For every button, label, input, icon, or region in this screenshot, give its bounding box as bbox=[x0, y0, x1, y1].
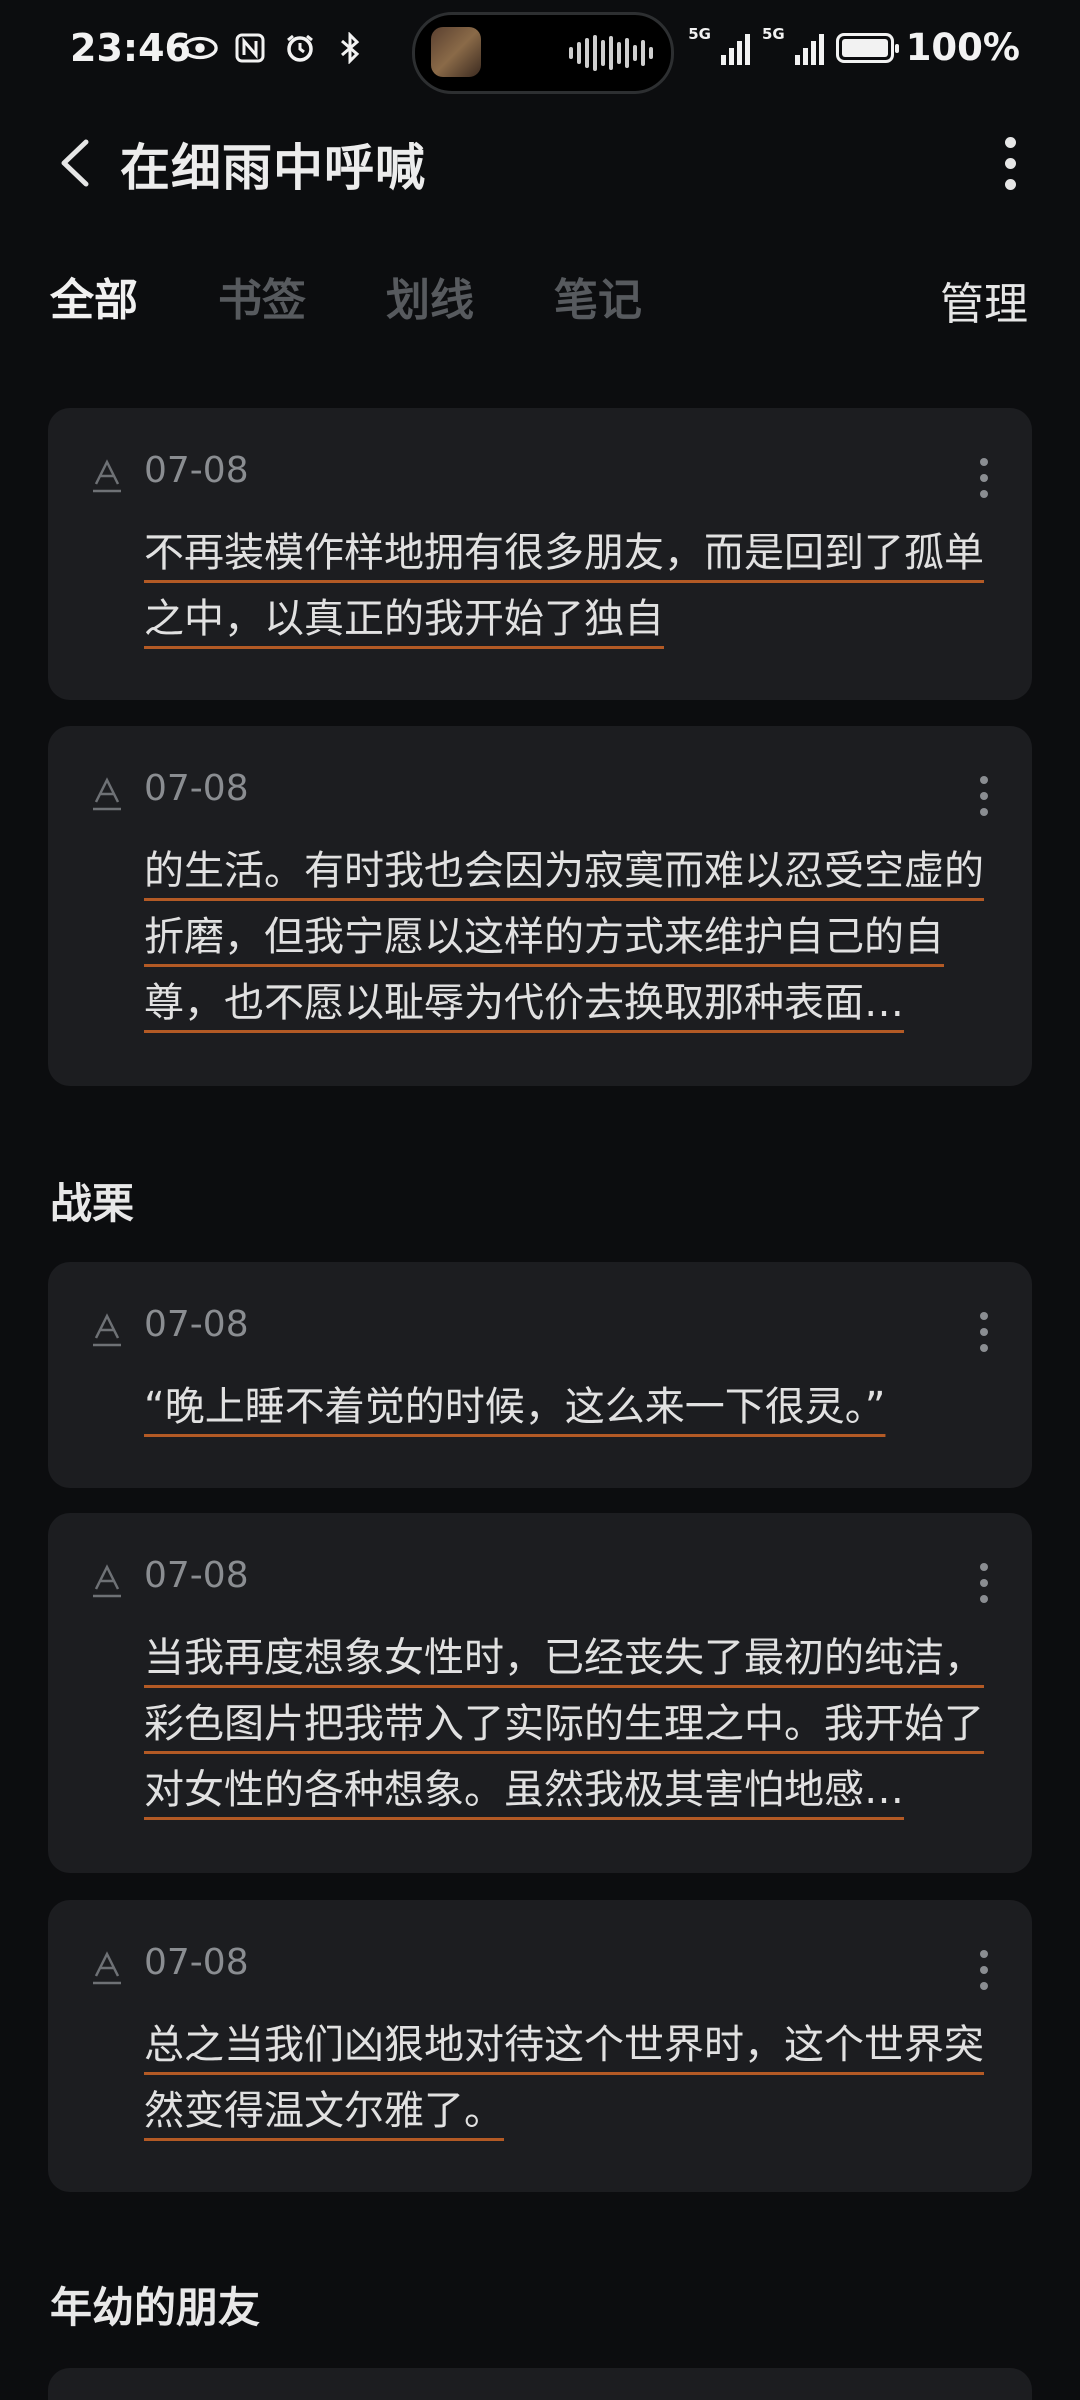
note-date: 07-08 bbox=[144, 768, 249, 809]
note-text: “晚上睡不着觉的时候，这么来一下很灵。” bbox=[144, 1374, 996, 1440]
manage-button[interactable]: 管理 bbox=[940, 268, 1028, 332]
note-date: 07-08 bbox=[144, 450, 249, 491]
battery-icon bbox=[835, 32, 899, 63]
underline-icon bbox=[93, 777, 121, 811]
note-date: 07-08 bbox=[144, 1942, 249, 1983]
underline-icon bbox=[93, 1951, 121, 1985]
card-more-button[interactable] bbox=[976, 458, 992, 498]
note-card[interactable]: 07-08 不再装模作样地拥有很多朋友，而是回到了孤单之中，以真正的我开始了独自 bbox=[48, 408, 1032, 700]
note-text: 当我再度想象女性时，已经丧失了最初的纯洁，彩色图片把我带入了实际的生理之中。我开… bbox=[144, 1625, 996, 1823]
note-date: 07-08 bbox=[144, 1555, 249, 1596]
dynamic-island[interactable] bbox=[412, 12, 674, 94]
note-card[interactable]: 07-08 “晚上睡不着觉的时候，这么来一下很灵。” bbox=[48, 1262, 1032, 1488]
note-text: 不再装模作样地拥有很多朋友，而是回到了孤单之中，以真正的我开始了独自 bbox=[144, 520, 996, 652]
note-text: 的生活。有时我也会因为寂寞而难以忍受空虚的折磨，但我宁愿以这样的方式来维护自己的… bbox=[144, 838, 996, 1036]
card-more-button[interactable] bbox=[976, 1950, 992, 1990]
status-left-icons bbox=[182, 30, 368, 66]
underline-icon bbox=[93, 1564, 121, 1598]
alarm-icon bbox=[282, 30, 318, 66]
note-card[interactable] bbox=[48, 2368, 1032, 2400]
tab-all[interactable]: 全部 bbox=[50, 264, 138, 328]
media-thumbnail bbox=[431, 27, 481, 77]
back-button[interactable] bbox=[52, 128, 102, 198]
chevron-left-icon bbox=[61, 139, 89, 187]
filter-tabs: 全部 书签 划线 笔记 管理 bbox=[0, 240, 1080, 340]
battery-percent: 100% bbox=[905, 26, 1020, 69]
note-text: 总之当我们凶狠地对待这个世界时，这个世界突然变得温文尔雅了。 bbox=[144, 2012, 996, 2144]
tab-bookmarks[interactable]: 书签 bbox=[218, 264, 306, 328]
more-dot-icon bbox=[1004, 157, 1016, 169]
highlight-text: 不再装模作样地拥有很多朋友，而是回到了孤单之中，以真正的我开始了独自 bbox=[144, 530, 984, 642]
note-card[interactable]: 07-08 的生活。有时我也会因为寂寞而难以忍受空虚的折磨，但我宁愿以这样的方式… bbox=[48, 726, 1032, 1086]
tab-notes[interactable]: 笔记 bbox=[554, 264, 642, 328]
note-date: 07-08 bbox=[144, 1304, 249, 1345]
card-more-button[interactable] bbox=[976, 1563, 992, 1603]
more-dot-icon bbox=[1004, 136, 1016, 148]
highlight-text: “晚上睡不着觉的时候，这么来一下很灵。” bbox=[144, 1384, 886, 1430]
tab-underlines[interactable]: 划线 bbox=[386, 264, 474, 328]
app-header: 在细雨中呼喊 bbox=[0, 110, 1080, 222]
page-title: 在细雨中呼喊 bbox=[120, 139, 426, 197]
highlight-text: 当我再度想象女性时，已经丧失了最初的纯洁，彩色图片把我带入了实际的生理之中。我开… bbox=[144, 1635, 984, 1813]
highlight-text: 的生活。有时我也会因为寂寞而难以忍受空虚的折磨，但我宁愿以这样的方式来维护自己的… bbox=[144, 848, 984, 1026]
status-time: 23:46 bbox=[70, 26, 191, 70]
note-card[interactable]: 07-08 当我再度想象女性时，已经丧失了最初的纯洁，彩色图片把我带入了实际的生… bbox=[48, 1513, 1032, 1873]
highlight-text: 总之当我们凶狠地对待这个世界时，这个世界突然变得温文尔雅了。 bbox=[144, 2022, 984, 2134]
note-card[interactable]: 07-08 总之当我们凶狠地对待这个世界时，这个世界突然变得温文尔雅了。 bbox=[48, 1900, 1032, 2192]
status-right-icons: 5G 5G 100% bbox=[688, 24, 1020, 70]
signal-1-icon bbox=[720, 31, 750, 65]
signal-2-label: 5G bbox=[761, 24, 785, 43]
more-dot-icon bbox=[1004, 178, 1016, 190]
notes-list[interactable]: 07-08 不再装模作样地拥有很多朋友，而是回到了孤单之中，以真正的我开始了独自… bbox=[0, 340, 1080, 2400]
card-more-button[interactable] bbox=[976, 1312, 992, 1352]
signal-2-icon bbox=[794, 31, 824, 65]
eye-icon bbox=[182, 30, 218, 66]
audio-waveform-icon bbox=[569, 33, 653, 73]
underline-icon bbox=[93, 1313, 121, 1347]
underline-icon bbox=[93, 459, 121, 493]
more-options-button[interactable] bbox=[990, 128, 1030, 198]
signal-1-label: 5G bbox=[688, 24, 711, 43]
section-title: 年幼的朋友 bbox=[50, 2283, 261, 2332]
nfc-icon bbox=[232, 30, 268, 66]
bluetooth-icon bbox=[332, 30, 368, 66]
status-bar: 23:46 5G 5G 100% bbox=[0, 0, 1080, 110]
card-more-button[interactable] bbox=[976, 776, 992, 816]
section-title: 战栗 bbox=[50, 1179, 135, 1228]
